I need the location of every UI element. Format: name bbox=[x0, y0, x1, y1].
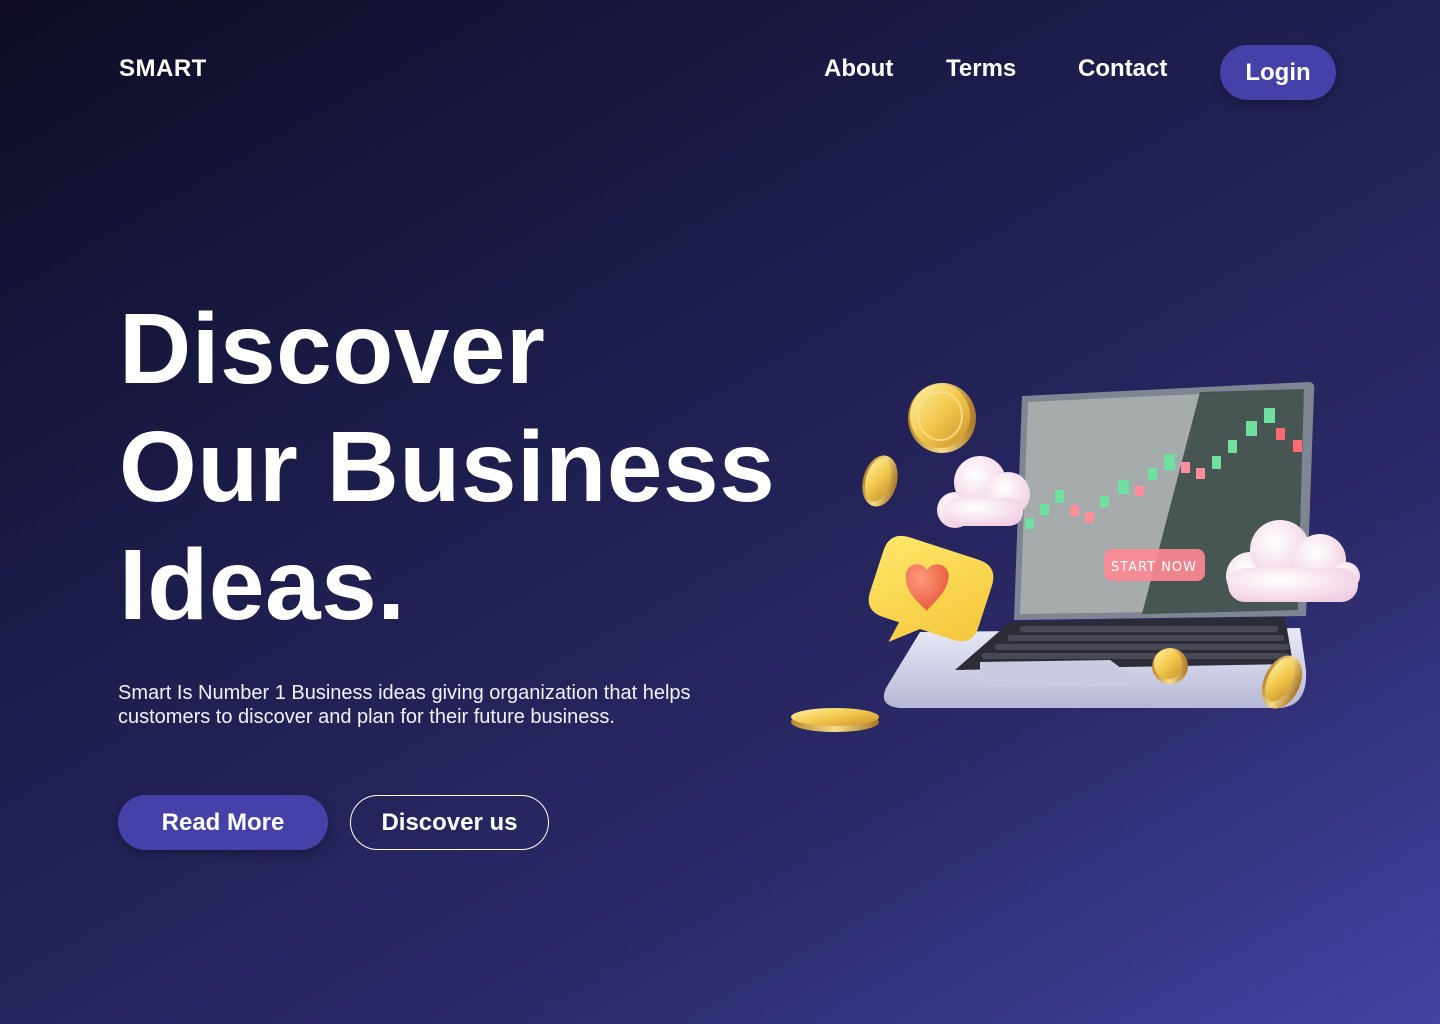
coin-icon bbox=[791, 708, 879, 732]
nav-link-contact[interactable]: Contact bbox=[1078, 55, 1167, 83]
hero-title: Discover Our Business Ideas. bbox=[119, 290, 775, 644]
coin-icon bbox=[862, 455, 898, 507]
start-now-label: START NOW bbox=[1111, 560, 1197, 575]
login-button[interactable]: Login bbox=[1220, 45, 1336, 100]
hero-description: Smart Is Number 1 Business ideas giving … bbox=[118, 682, 691, 728]
coin-icon bbox=[1152, 648, 1188, 684]
hero-title-line-2: Our Business bbox=[119, 411, 776, 523]
hero-title-line-3: Ideas. bbox=[119, 529, 406, 641]
coin-icon bbox=[908, 383, 976, 453]
nav-link-terms[interactable]: Terms bbox=[946, 55, 1016, 83]
nav-link-about[interactable]: About bbox=[824, 55, 893, 83]
cloud-icon bbox=[937, 456, 1030, 528]
hero-illustration: START NOW bbox=[791, 382, 1360, 732]
read-more-button[interactable]: Read More bbox=[118, 795, 328, 850]
discover-us-button[interactable]: Discover us bbox=[350, 795, 549, 850]
hero-title-line-1: Discover bbox=[119, 293, 546, 405]
